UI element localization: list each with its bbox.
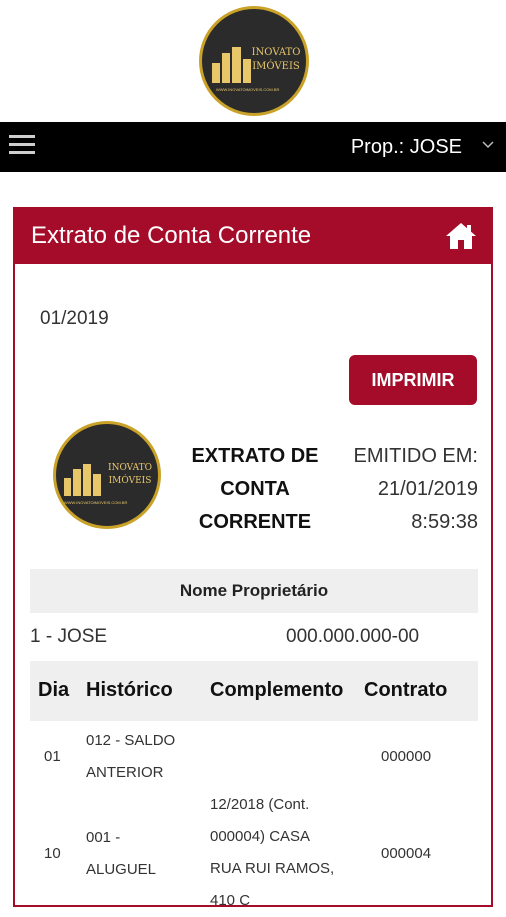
header: INOVATO IMÓVEIS WWW.INOVATOIMOVEIS.COM.B… — [0, 0, 506, 122]
owner-selector[interactable]: Prop.: JOSE — [351, 136, 462, 159]
statement-logo: INOVATO IMÓVEIS WWW.INOVATOIMOVEIS.COM.B… — [53, 421, 161, 529]
logo-line2: IMÓVEIS — [252, 61, 300, 72]
cell-historico: 001 - ALUGUEL — [86, 829, 157, 878]
logo-line1: INOVATO — [251, 47, 301, 58]
cell-dia: 01 — [44, 748, 61, 765]
cell-contrato: 000000 — [381, 748, 432, 765]
cell-contrato: 000004 — [381, 845, 432, 862]
column-historico: Histórico — [86, 679, 173, 701]
print-button[interactable]: IMPRIMIR — [349, 355, 477, 405]
cell-dia: 10 — [44, 845, 61, 862]
owner-document: 000.000.000-00 — [286, 626, 420, 647]
logo-tagline: WWW.INOVATOIMOVEIS.COM.BR — [216, 87, 280, 92]
table-row: 01 012 - SALDO ANTERIOR 000000 — [30, 725, 478, 789]
chevron-down-icon[interactable] — [480, 136, 496, 152]
period: 01/2019 — [40, 308, 109, 329]
cell-complemento: 12/2018 (Cont. 000004) CASA RUA RUI RAMO… — [210, 796, 335, 909]
column-contrato: Contrato — [364, 679, 448, 701]
table-header: Dia Histórico Complemento Contrato — [30, 661, 478, 721]
transactions-table: Dia Histórico Complemento Contrato 01 01… — [30, 661, 478, 909]
owner-name: 1 - JOSE — [30, 626, 108, 647]
home-icon[interactable] — [445, 221, 477, 251]
issued-time: 8:59:38 — [411, 511, 478, 533]
logo-line2: IMÓVEIS — [108, 476, 152, 486]
company-logo: INOVATO IMÓVEIS WWW.INOVATOIMOVEIS.COM.B… — [199, 6, 309, 116]
issued-label: EMITIDO EM: — [353, 445, 478, 467]
column-dia: Dia — [38, 679, 70, 701]
issued-info: EMITIDO EM: 21/01/2019 8:59:38 — [330, 440, 478, 539]
issued-date: 21/01/2019 — [377, 478, 478, 500]
panel-title: Extrato de Conta Corrente — [31, 222, 312, 249]
cell-historico: 012 - SALDO ANTERIOR — [86, 732, 176, 781]
document-title: EXTRATO DE CONTA CORRENTE — [191, 445, 319, 533]
hamburger-icon[interactable] — [9, 135, 35, 157]
panel-header: Extrato de Conta Corrente — [15, 209, 491, 264]
table-row: 10 001 - ALUGUEL 12/2018 (Cont. 000004) … — [30, 789, 478, 917]
buildings-icon — [64, 464, 101, 496]
navbar: Prop.: JOSE — [0, 122, 506, 172]
logo-line1: INOVATO — [108, 463, 152, 473]
logo-tagline: WWW.INOVATOIMOVEIS.COM.BR — [64, 500, 128, 505]
column-complemento: Complemento — [210, 679, 344, 701]
owner-header: Nome Proprietário — [30, 569, 478, 613]
